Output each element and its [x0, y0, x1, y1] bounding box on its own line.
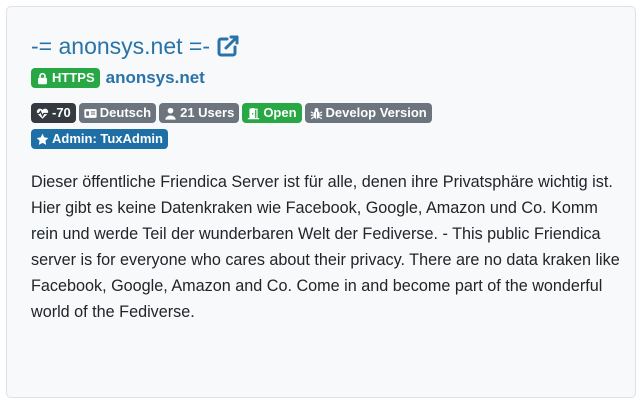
external-link-icon[interactable] — [216, 34, 240, 58]
server-card: -= anonsys.net =- HTTPS anonsys.net -70 — [6, 6, 636, 398]
admin-label: Admin: TuxAdmin — [52, 131, 163, 146]
server-title: -= anonsys.net =- — [31, 31, 611, 61]
https-label: HTTPS — [52, 70, 95, 85]
language-label: Deutsch — [99, 105, 152, 120]
language-badge: Deutsch — [78, 103, 157, 123]
server-description: Dieser öffentliche Friendica Server ist … — [31, 173, 620, 321]
server-url-link[interactable]: anonsys.net — [106, 68, 205, 88]
door-open-icon — [247, 107, 260, 120]
user-icon — [164, 107, 177, 120]
admin-row: Admin: TuxAdmin — [31, 129, 611, 149]
star-icon — [36, 133, 49, 146]
https-badge: HTTPS — [31, 68, 100, 88]
info-badges: -70 Deutsch 21 Users Open Develop Versio… — [31, 103, 611, 123]
server-title-link[interactable]: -= anonsys.net =- — [31, 31, 210, 61]
bug-icon — [310, 107, 323, 120]
lock-icon — [36, 72, 49, 85]
url-row: HTTPS anonsys.net — [31, 67, 611, 89]
admin-badge: Admin: TuxAdmin — [31, 129, 168, 149]
health-badge: -70 — [31, 103, 76, 123]
version-badge: Develop Version — [304, 103, 432, 123]
users-label: 21 Users — [180, 105, 235, 120]
language-icon — [84, 107, 97, 120]
registration-label: Open — [263, 105, 297, 120]
health-value: -70 — [52, 105, 71, 120]
registration-badge: Open — [242, 103, 302, 123]
heartbeat-icon — [36, 107, 49, 120]
users-badge: 21 Users — [159, 103, 240, 123]
version-label: Develop Version — [325, 105, 427, 120]
